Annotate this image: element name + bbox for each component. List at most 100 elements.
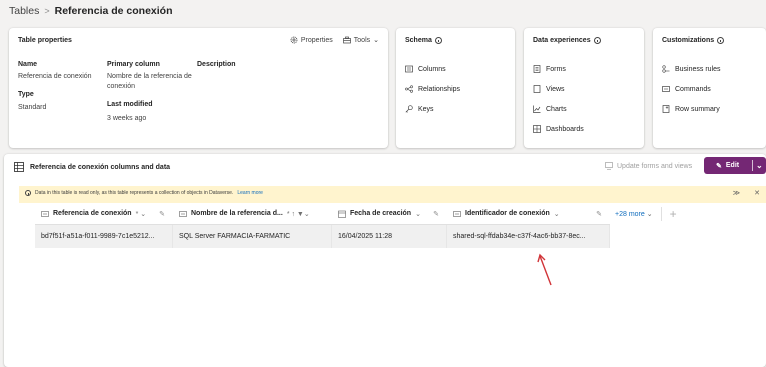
properties-label: Properties [300, 36, 333, 44]
column-header-indicators: * ↑ ▼⌄ [286, 210, 310, 218]
update-forms-label: Update forms and views [617, 162, 693, 170]
info-icon[interactable] [593, 37, 601, 44]
breadcrumb: Tables > Referencia de conexión [9, 5, 173, 17]
primary-column-label: Primary column [107, 61, 160, 68]
schema-item-label: Columns [418, 65, 446, 73]
dashboard-icon [533, 125, 541, 133]
custom-item-commands[interactable]: Commands [662, 85, 711, 93]
type-label: Type [18, 91, 34, 98]
grid-header-row: Referencia de conexión * ⌄ ✎ Nombre de l… [35, 203, 610, 225]
toolbox-icon [342, 36, 351, 44]
gear-icon [290, 36, 298, 44]
info-icon[interactable] [717, 37, 725, 44]
breadcrumb-root-link[interactable]: Tables [9, 5, 39, 17]
schema-item-relationships[interactable]: Relationships [405, 85, 460, 93]
schema-item-label: Relationships [418, 85, 461, 93]
custom-item-row-summary[interactable]: Row summary [662, 105, 720, 113]
collapse-banner-icon[interactable]: ≫ [733, 189, 740, 197]
edit-label: Edit [725, 162, 740, 169]
chevron-down-icon: ⌄ [646, 211, 653, 218]
data-experiences-card: Data experiences Forms Views Charts Dash… [524, 28, 644, 148]
data-exp-item-forms[interactable]: Forms [533, 65, 566, 73]
properties-button[interactable]: Properties [290, 36, 333, 44]
schema-item-keys[interactable]: Keys [405, 105, 434, 113]
table-cell[interactable]: 16/04/2025 11:28 [332, 225, 447, 248]
edit-column-icon[interactable]: ✎ [159, 210, 165, 218]
name-value: Referencia de conexión [18, 73, 92, 80]
chevron-down-icon[interactable]: ⌄ [753, 161, 763, 170]
schema-title: Schema [405, 37, 432, 44]
breadcrumb-separator: > [44, 6, 50, 16]
annotation-arrow [537, 253, 552, 286]
column-header-label: Identificador de conexión [465, 210, 550, 217]
data-exp-item-label: Views [546, 85, 565, 93]
description-label: Description [197, 61, 236, 68]
table-cell[interactable]: bd7f51f-a51a-f011-9989-7c1e5212... [35, 225, 173, 248]
primary-column-value: Nombre de la referencia de conexión [107, 73, 192, 90]
schema-item-columns[interactable]: Columns [405, 65, 446, 73]
info-icon [25, 190, 31, 196]
column-header-nombre[interactable]: Nombre de la referencia d... * ↑ ▼⌄ [173, 203, 332, 224]
schema-item-label: Keys [418, 105, 434, 113]
tools-label: Tools [353, 36, 371, 44]
custom-item-label: Row summary [675, 105, 720, 113]
table-cell[interactable]: shared-sql-ffdab34e-c37f-4ac6-bb37-8ec..… [447, 225, 610, 248]
columns-icon [405, 65, 413, 73]
edit-column-icon[interactable]: ✎ [596, 210, 602, 218]
column-header-indicators: ⌄ [553, 210, 560, 218]
chevron-down-icon: ⌄ [373, 37, 379, 44]
tools-menu-button[interactable]: Tools ⌄ [342, 36, 379, 44]
data-exp-item-charts[interactable]: Charts [533, 105, 567, 113]
edit-button[interactable]: ✎ Edit ⌄ [704, 157, 766, 174]
table-properties-card: Table properties Properties Tools ⌄ Name… [9, 28, 388, 148]
column-header-referencia[interactable]: Referencia de conexión * ⌄ ✎ [35, 203, 173, 224]
read-only-banner: Data in this table is read only, as this… [19, 186, 766, 203]
commands-icon [662, 85, 670, 93]
edit-column-icon[interactable]: ✎ [433, 210, 439, 218]
name-label: Name [18, 61, 38, 68]
data-exp-item-label: Forms [546, 65, 566, 73]
row-summary-icon [662, 105, 670, 113]
calendar-icon [338, 210, 346, 218]
table-row[interactable]: bd7f51f-a51a-f011-9989-7c1e5212... SQL S… [35, 225, 610, 248]
update-forms-button[interactable]: Update forms and views [605, 162, 692, 170]
column-header-indicators: ⌄ [415, 210, 421, 218]
data-exp-item-label: Dashboards [546, 125, 584, 133]
learn-more-link[interactable]: Learn more [237, 190, 263, 196]
column-header-label: Fecha de creación [350, 210, 412, 217]
custom-item-label: Business rules [675, 65, 721, 73]
data-exp-item-views[interactable]: Views [533, 85, 565, 93]
add-column-button[interactable]: + [660, 207, 677, 221]
info-icon[interactable] [434, 37, 442, 44]
more-columns-button[interactable]: +28 more ⌄ [615, 210, 653, 218]
breadcrumb-current: Referencia de conexión [54, 5, 173, 17]
text-column-icon [41, 210, 49, 218]
relationships-icon [405, 85, 413, 93]
chart-line-icon [533, 105, 541, 113]
custom-item-business-rules[interactable]: Business rules [662, 65, 721, 73]
column-header-identificador[interactable]: Identificador de conexión ⌄ ✎ [447, 203, 610, 224]
column-header-label: Nombre de la referencia d... [191, 210, 283, 217]
table-properties-title: Table properties [18, 37, 72, 44]
form-icon [533, 65, 541, 73]
data-grid: Referencia de conexión * ⌄ ✎ Nombre de l… [35, 203, 610, 248]
column-header-label: Referencia de conexión [53, 210, 132, 217]
last-modified-value: 3 weeks ago [107, 115, 147, 122]
data-exp-item-label: Charts [546, 105, 567, 113]
data-exp-item-dashboards[interactable]: Dashboards [533, 125, 584, 133]
data-experiences-title: Data experiences [533, 37, 591, 44]
customizations-card: Customizations Business rules Commands R… [653, 28, 766, 148]
table-cell[interactable]: SQL Server FARMACIA-FARMATIC [173, 225, 332, 248]
more-columns-label: +28 more [615, 211, 645, 218]
column-header-fecha[interactable]: Fecha de creación ⌄ ✎ [332, 203, 447, 224]
last-modified-label: Last modified [107, 101, 153, 108]
text-column-icon [179, 210, 187, 218]
business-rules-icon [662, 65, 670, 73]
custom-item-label: Commands [675, 85, 711, 93]
customizations-title: Customizations [662, 37, 715, 44]
close-icon[interactable]: ✕ [754, 189, 760, 197]
type-value: Standard [18, 104, 47, 111]
schema-card: Schema Columns Relationships Keys [396, 28, 515, 148]
key-icon [405, 105, 413, 113]
column-header-indicators: * ⌄ [135, 210, 147, 218]
